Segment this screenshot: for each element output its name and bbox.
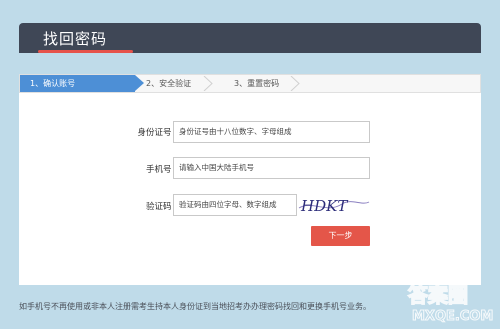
step-separator-icon <box>203 76 213 91</box>
page-title: 找回密码 <box>43 30 108 48</box>
watermark-line1: 答案圈 <box>408 283 468 307</box>
step-security-verify: 2、安全验证 <box>146 79 192 88</box>
phone-label: 手机号： <box>145 165 180 175</box>
step-progress-bar: 1、确认账号 2、安全验证 3、重置密码 <box>19 74 481 93</box>
step-confirm-account: 1、确认账号 <box>20 75 135 92</box>
captcha-label: 验证码： <box>145 202 180 212</box>
watermark-line2: MXQE.COM <box>412 309 493 324</box>
title-underline <box>38 50 133 53</box>
phone-input[interactable]: 请输入中国大陆手机号 <box>173 157 370 179</box>
page-header: 找回密码 <box>19 23 481 53</box>
watermark-logo: 答案圈 MXQE.COM <box>407 282 494 324</box>
next-step-button[interactable]: 下一步 <box>311 226 370 246</box>
captcha-image[interactable]: HDKT <box>297 194 371 216</box>
id-number-label: 身份证号： <box>137 128 180 138</box>
id-number-input[interactable]: 身份证号由十八位数字、字母组成 <box>173 121 370 143</box>
step-separator-icon <box>290 76 300 91</box>
step-reset-password: 3、重置密码 <box>234 79 280 88</box>
footer-note: 如手机号不再使用或非本人注册需考生持本人身份证到当地招考办办理密码找回和更换手机… <box>19 302 371 311</box>
captcha-input[interactable]: 验证码由四位字母、数字组成 <box>173 194 297 216</box>
form-panel: 身份证号： 身份证号由十八位数字、字母组成 手机号： 请输入中国大陆手机号 验证… <box>19 93 481 285</box>
captcha-text: HDKT <box>300 197 348 215</box>
